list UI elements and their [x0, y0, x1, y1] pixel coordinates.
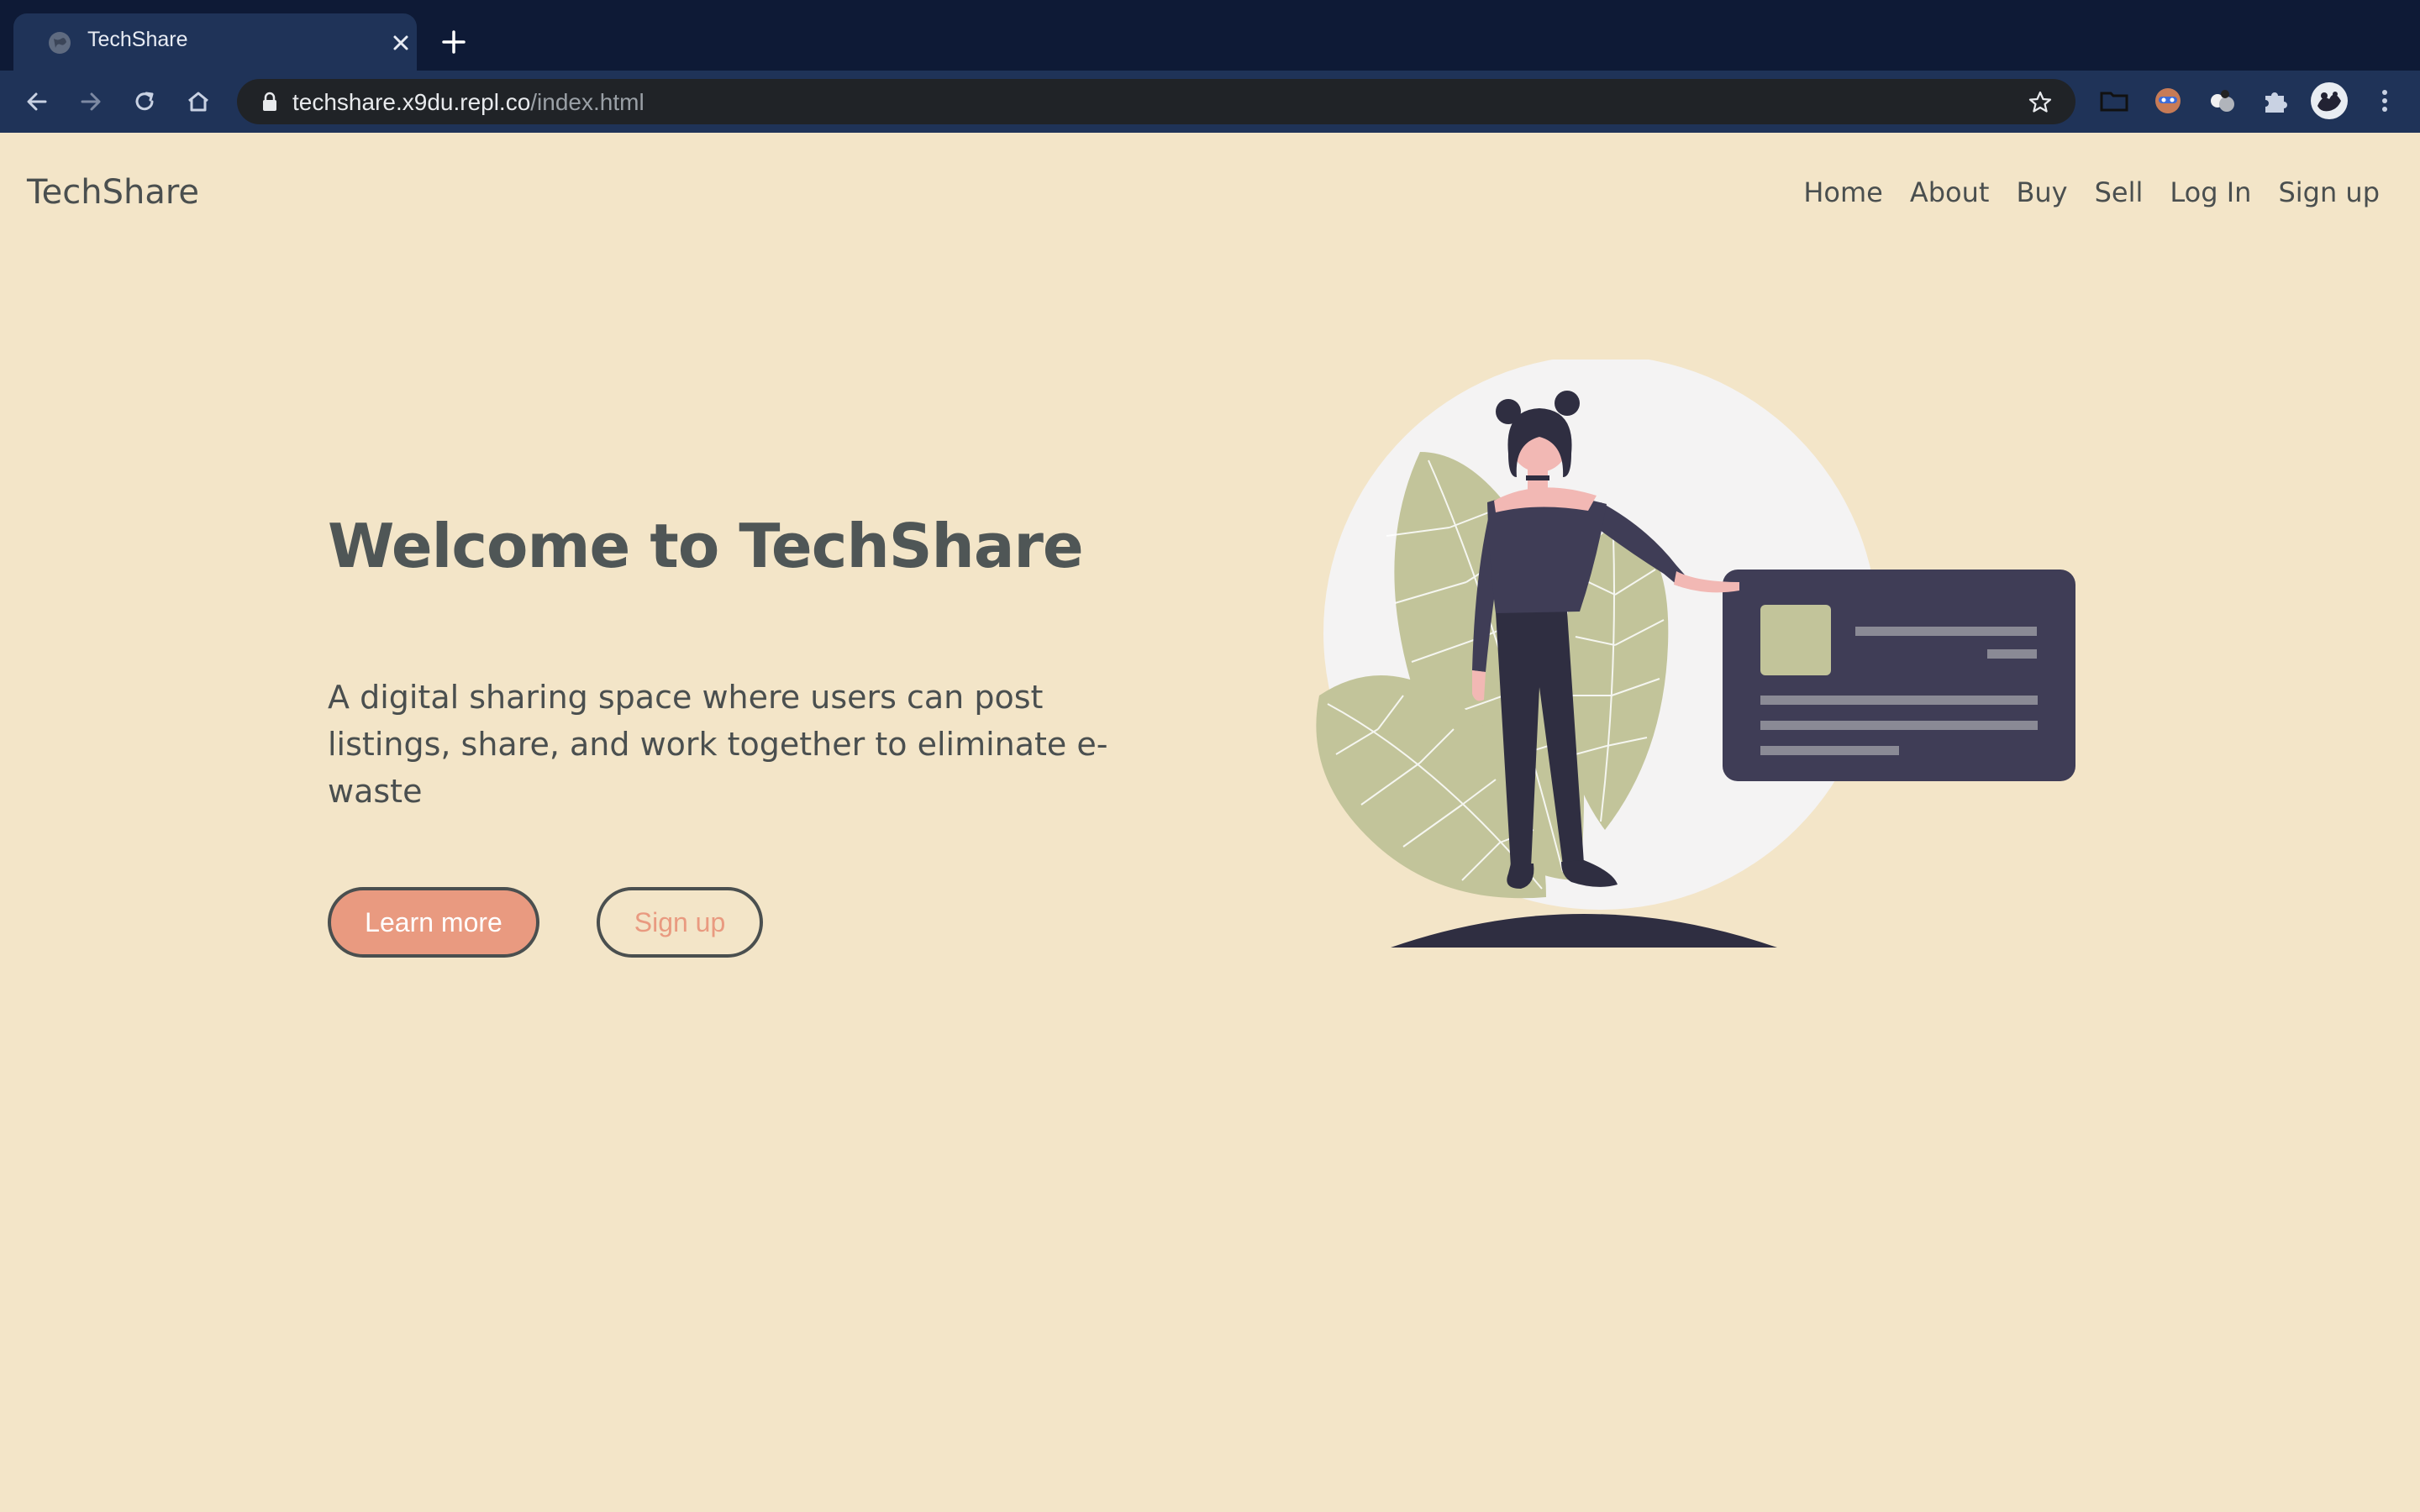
- learn-more-button[interactable]: Learn more: [328, 887, 539, 958]
- bookmark-star-icon[interactable]: [2027, 89, 2054, 116]
- nav-sell[interactable]: Sell: [2095, 176, 2144, 208]
- nav-about[interactable]: About: [1910, 176, 1990, 208]
- nav-buy[interactable]: Buy: [2016, 176, 2067, 208]
- tab-title: TechShare: [87, 28, 188, 51]
- browser-toolbar: techshare.x9du.repl.co/index.html: [0, 71, 2420, 133]
- hero-illustration: [1316, 360, 2075, 948]
- folder-extension-icon[interactable]: [2097, 84, 2131, 118]
- puzzle-extensions-icon[interactable]: [2259, 84, 2292, 118]
- web-page: TechShare Home About Buy Sell Log In Sig…: [0, 133, 2420, 1512]
- reload-icon[interactable]: [129, 87, 160, 117]
- back-arrow-icon[interactable]: [22, 87, 52, 117]
- balls-extension-icon[interactable]: [2205, 84, 2238, 118]
- main-nav: Home About Buy Sell Log In Sign up: [1803, 176, 2380, 208]
- sign-up-button[interactable]: Sign up: [597, 887, 763, 958]
- site-logo[interactable]: TechShare: [27, 173, 199, 212]
- nav-sign-up[interactable]: Sign up: [2278, 176, 2380, 208]
- close-icon[interactable]: [388, 30, 413, 55]
- profile-avatar-icon[interactable]: [2309, 81, 2349, 121]
- hero-title: Welcome to TechShare: [328, 511, 1084, 581]
- nav-log-in[interactable]: Log In: [2170, 176, 2251, 208]
- lock-icon: [263, 92, 276, 111]
- new-tab-plus-icon[interactable]: [437, 25, 471, 59]
- hero-description: A digital sharing space where users can …: [328, 679, 1108, 810]
- browser-tab-strip: TechShare: [0, 0, 2420, 71]
- forward-arrow-icon[interactable]: [76, 87, 106, 117]
- browser-tab[interactable]: TechShare: [13, 13, 417, 71]
- avatar-extension-icon[interactable]: [2151, 84, 2185, 118]
- globe-icon: [49, 32, 71, 54]
- kebab-menu-icon[interactable]: [2368, 84, 2402, 118]
- home-icon[interactable]: [183, 87, 213, 117]
- address-bar[interactable]: techshare.x9du.repl.co/index.html: [237, 79, 2075, 124]
- url-text: techshare.x9du.repl.co/index.html: [292, 89, 644, 115]
- nav-home[interactable]: Home: [1803, 176, 1883, 208]
